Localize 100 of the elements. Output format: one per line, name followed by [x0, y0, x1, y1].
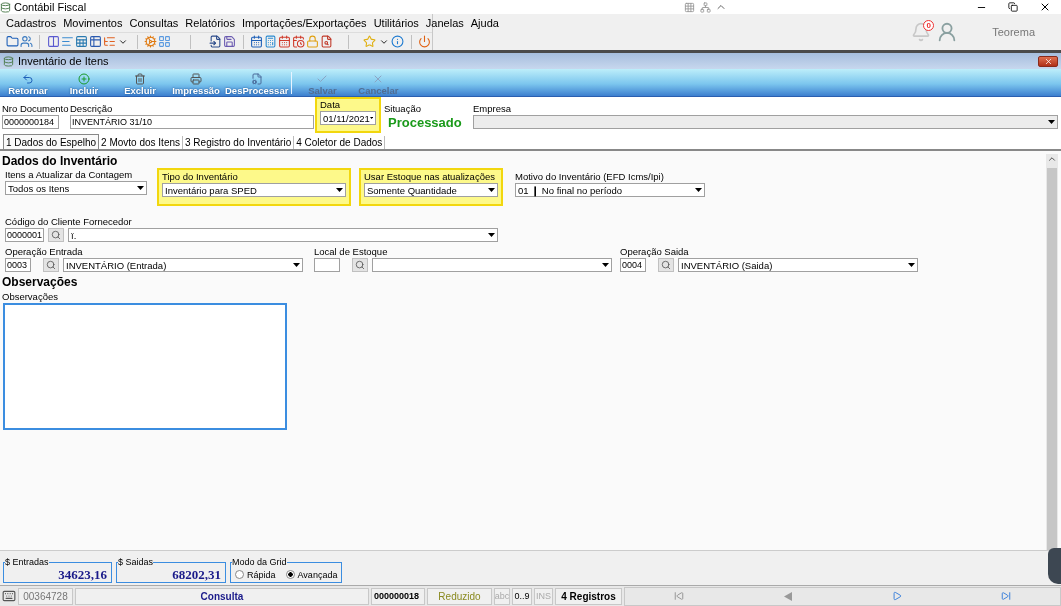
toolbar-button[interactable] [319, 33, 334, 50]
tab[interactable]: 2 Movto dos Itens [99, 136, 183, 149]
keyboard-icon [2, 589, 16, 603]
reason-select[interactable]: 01 ❙ No final no período [515, 183, 705, 197]
field-label: Tipo do Inventário [162, 171, 238, 182]
toolbar-button[interactable] [390, 33, 405, 50]
table-icon [74, 35, 88, 48]
side-tab-icon[interactable] [1048, 548, 1061, 584]
next-button[interactable] [890, 590, 903, 602]
radio-option[interactable]: Avançada [285, 569, 338, 580]
inventory-type-select[interactable]: Inventário para SPED [162, 183, 346, 197]
scrollbar[interactable] [1046, 154, 1058, 550]
calendar-icon [278, 35, 292, 48]
toolbar-button[interactable] [208, 33, 223, 50]
close-form-button[interactable] [1038, 55, 1058, 67]
radio-option[interactable]: Rápida [235, 569, 276, 580]
field-label: Observações [2, 291, 58, 302]
field-label: Situação [384, 103, 421, 114]
search-icon [661, 260, 671, 270]
undo-icon [22, 72, 34, 85]
lock-icon [306, 35, 320, 48]
scroll-up-icon [1047, 154, 1057, 164]
search-icon [51, 230, 61, 240]
exit-operation-select[interactable]: INVENTÁRIO (Saida) [678, 258, 918, 272]
tab[interactable]: 3 Registro do Inventário [183, 136, 295, 149]
previous-icon [784, 591, 793, 601]
toolbar-button[interactable] [277, 33, 292, 50]
stock-select[interactable]: Somente Quantidade [364, 183, 498, 197]
field-label: Local de Estoque [314, 246, 388, 257]
menu-item[interactable]: Janelas [425, 17, 464, 29]
bell-icon [911, 22, 932, 42]
toolbar-button[interactable] [19, 33, 34, 50]
previous-button[interactable] [782, 590, 795, 602]
caret-icon [137, 186, 144, 190]
table-icon [88, 35, 102, 48]
user-name: Teorema [992, 26, 1035, 38]
field-label: Operação Entrada [5, 246, 83, 257]
toolbar-button[interactable] [222, 33, 237, 50]
search-button[interactable] [43, 258, 59, 272]
last-button[interactable] [999, 590, 1012, 602]
form-title: Inventário de Itens [18, 55, 109, 67]
toolbar-button[interactable] [74, 33, 89, 50]
description-field[interactable]: INVENTÁRIO 31/10 [70, 115, 314, 129]
tab[interactable]: 1 Dados do Espelho [3, 134, 100, 149]
items-select[interactable]: Todos os Itens [5, 181, 147, 195]
calendar-icon [249, 35, 263, 48]
tree-list-icon [102, 35, 116, 48]
toolbar-button[interactable] [417, 33, 432, 50]
field-label: Usar Estoque nas atualizações [364, 171, 495, 182]
status-digits: 0..9 [512, 587, 532, 605]
menu-item[interactable]: Movimentos [63, 17, 123, 29]
total-value: 34623,16 [58, 566, 107, 583]
field-label: Descrição [70, 103, 113, 114]
tab[interactable]: 4 Coletor de Dados [294, 136, 386, 149]
status-mode: Consulta [75, 587, 369, 605]
caret-icon [695, 188, 702, 192]
columns-icon [46, 35, 60, 48]
star-icon [363, 35, 377, 48]
menu-item[interactable]: Consultas [129, 17, 179, 29]
menu-item[interactable]: Ajuda [470, 17, 499, 29]
total-label: $ Entradas [5, 557, 49, 567]
status-abc: abc [494, 587, 510, 605]
menu-item[interactable]: Cadastros [6, 17, 57, 29]
client-code-field[interactable]: 0000001 [5, 228, 44, 242]
search-icon [46, 260, 56, 270]
search-button[interactable] [48, 228, 64, 242]
stock-location-select[interactable] [372, 258, 612, 272]
caret-icon [1048, 120, 1055, 124]
first-icon [674, 591, 685, 601]
menu-item[interactable]: Relatórios [185, 17, 235, 29]
notification-button[interactable]: 0 [910, 21, 933, 43]
toolbar-button[interactable] [291, 33, 306, 50]
app-icon [0, 1, 11, 13]
grid-mode-label: Modo da Grid [232, 557, 287, 567]
toolbar-button[interactable] [249, 33, 264, 50]
status-view: Reduzido [427, 587, 492, 605]
company-select[interactable] [473, 115, 1058, 129]
plus-icon [78, 72, 90, 85]
restore-icon [1008, 2, 1018, 12]
entry-operation-code-field[interactable]: 0003 [5, 258, 31, 272]
exit-operation-code-field[interactable]: 0004 [620, 258, 646, 272]
section-title: Observações [2, 275, 79, 289]
toolbar-button[interactable] [88, 33, 103, 50]
observations-field[interactable] [3, 303, 287, 430]
field-label: Nro Documento [2, 103, 69, 114]
stock-location-field[interactable] [314, 258, 340, 272]
toolbar-button[interactable] [46, 33, 61, 50]
document-number-field[interactable]: 0000000184 [2, 115, 59, 129]
caret-icon [908, 263, 915, 267]
caret-icon [488, 188, 495, 192]
menu-item[interactable]: Utilitários [373, 17, 419, 29]
power-icon [418, 35, 432, 48]
date-select[interactable]: 01/11/2021 [320, 111, 376, 125]
menu-item[interactable]: Importações/Exportações [241, 17, 367, 29]
first-button[interactable] [673, 590, 686, 602]
entry-operation-select[interactable]: INVENTÁRIO (Entrada) [63, 258, 303, 272]
status-records: 4 Registros [555, 587, 622, 605]
client-select[interactable]: ï. [68, 228, 498, 242]
search-button[interactable] [658, 258, 674, 272]
search-button[interactable] [352, 258, 368, 272]
